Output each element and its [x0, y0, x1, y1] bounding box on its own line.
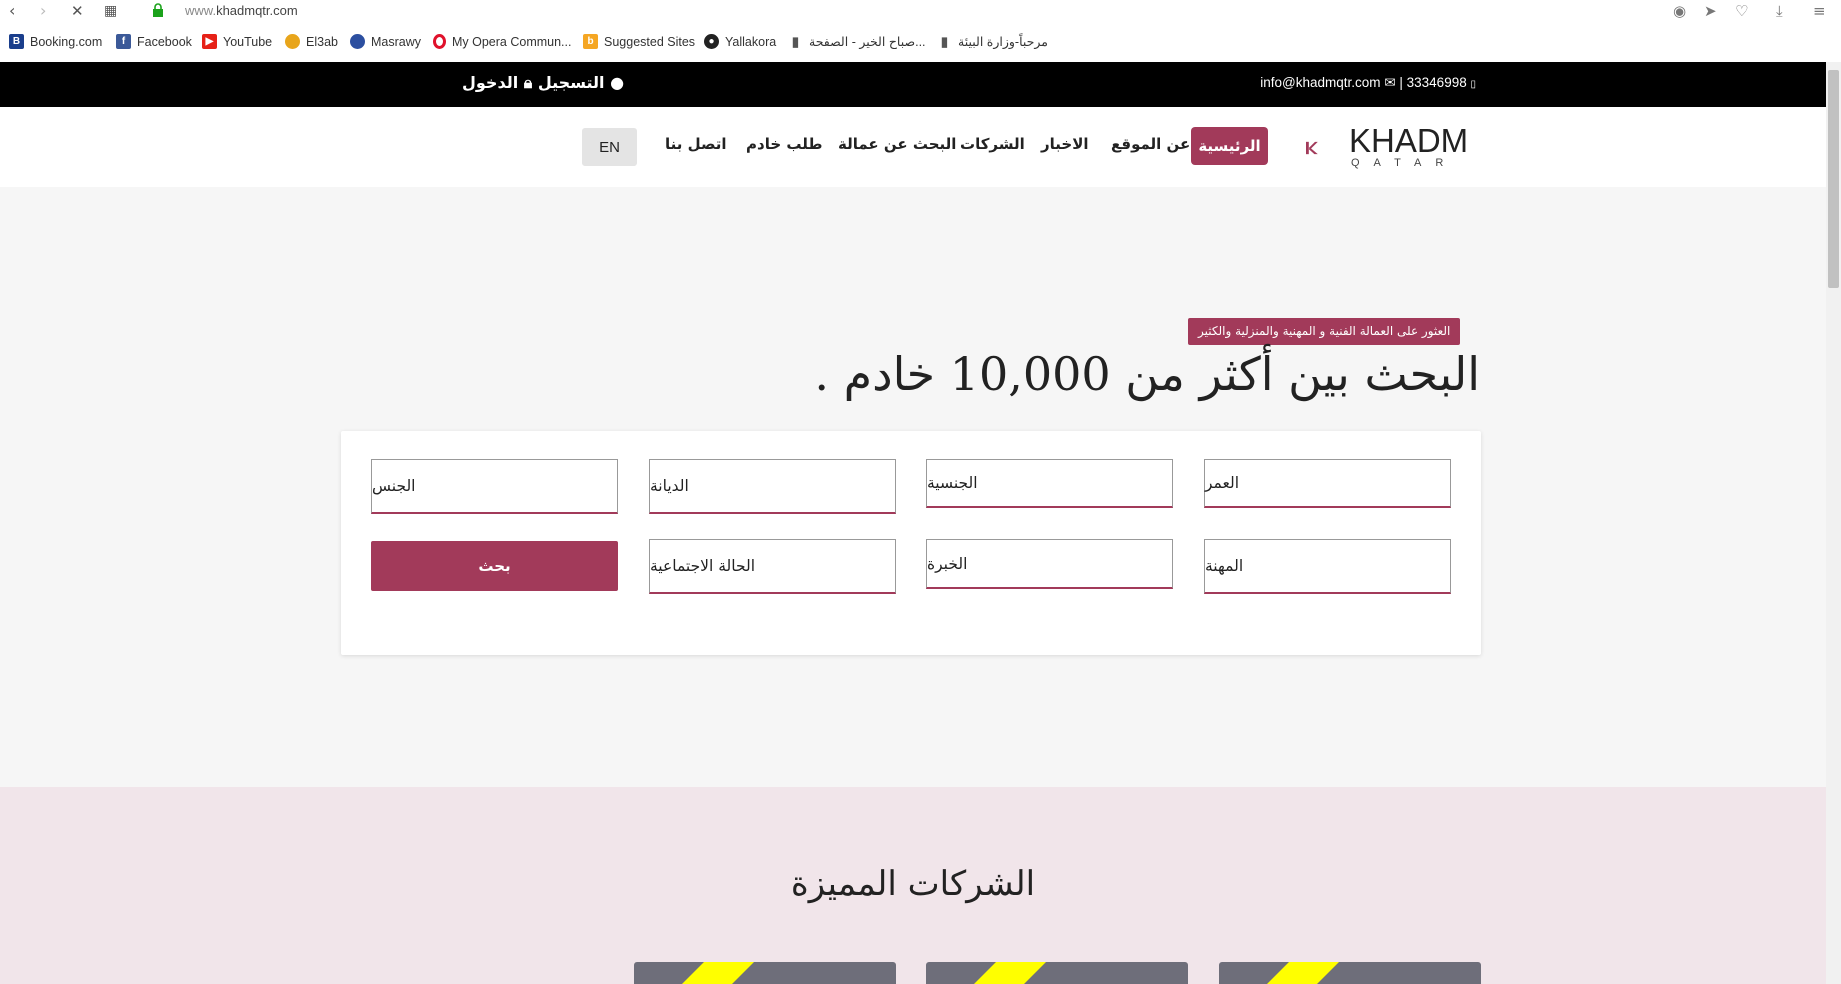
phone-number: | 33346998: [1399, 75, 1467, 90]
card-image-stripe: [644, 962, 754, 984]
logo-subtext: QATAR: [1351, 157, 1458, 169]
nav-contact[interactable]: اتصل بنا: [665, 135, 727, 153]
url-prefix: www.: [185, 3, 217, 18]
email-link[interactable]: info@khadmqtr.com: [1260, 75, 1380, 90]
bookmark-yallakora[interactable]: ● Yallakora: [704, 34, 776, 49]
facebook-icon: f: [116, 34, 131, 49]
top-contact-bar: info@khadmqtr.com ✉ | 33346998 ▯ ● التسج…: [0, 62, 1826, 107]
scrollbar-thumb[interactable]: [1828, 70, 1839, 288]
user-icon: ●: [610, 73, 625, 92]
logo-text: KHADM: [1349, 122, 1469, 159]
featured-companies-title: الشركات المميزة: [790, 864, 1036, 904]
profession-select[interactable]: المهنة: [1204, 539, 1451, 594]
khadm-k-logo-icon[interactable]: [1306, 124, 1350, 172]
experience-select[interactable]: الخبرة: [926, 539, 1173, 589]
contact-info: info@khadmqtr.com ✉ | 33346998 ▯: [1260, 75, 1476, 91]
lock-icon: 🔒︎: [523, 73, 533, 92]
bookmark-opera[interactable]: My Opera Commun...: [433, 34, 571, 49]
camera-icon[interactable]: ◉: [1673, 2, 1686, 20]
religion-select[interactable]: الديانة: [649, 459, 896, 514]
search-button[interactable]: بحث: [371, 541, 618, 591]
login-link[interactable]: الدخول: [462, 73, 518, 92]
nav-about[interactable]: عن الموقع: [1111, 135, 1190, 153]
bookmark-masrawy[interactable]: Masrawy: [350, 34, 421, 49]
bookmark-suggested[interactable]: b Suggested Sites: [583, 34, 695, 49]
masrawy-icon: [350, 34, 365, 49]
card-image-stripe: [936, 962, 1046, 984]
back-icon[interactable]: ‹: [9, 2, 15, 20]
el3ab-icon: [285, 34, 300, 49]
stop-loading-icon[interactable]: ✕: [71, 2, 84, 20]
bookmarks-bar: B Booking.com f Facebook ▶ YouTube El3ab…: [0, 32, 1841, 54]
nav-home[interactable]: الرئيسية: [1191, 127, 1268, 165]
bookmark-booking[interactable]: B Booking.com: [9, 34, 102, 49]
browser-address-bar: ‹ › ✕ ▦ www.khadmqtr.com ◉ ➤ ♡ ⤓ ≡: [0, 0, 1841, 22]
ball-icon: ●: [704, 34, 719, 49]
marital-status-select[interactable]: الحالة الاجتماعية: [649, 539, 896, 594]
lock-icon: [153, 3, 163, 17]
card-image-stripe: [1229, 962, 1339, 984]
bookmark-el3ab[interactable]: El3ab: [285, 34, 338, 49]
auth-links: ● التسجيل 🔒︎ الدخول: [462, 73, 624, 93]
age-select[interactable]: العمر: [1204, 459, 1451, 508]
gender-select[interactable]: الجنس: [371, 459, 618, 514]
mobile-icon: ▯: [1470, 79, 1476, 90]
hero-headline: البحث بين أكثر من 10,000 خادم .: [814, 347, 1480, 401]
url-domain: khadmqtr.com: [216, 3, 298, 18]
opera-icon: [433, 34, 446, 49]
language-toggle-button[interactable]: EN: [582, 128, 637, 166]
bookmark-environment[interactable]: ▮ مرحباً-وزارة البيئة: [937, 34, 1048, 49]
download-icon[interactable]: ⤓: [1776, 2, 1783, 20]
tabs-grid-icon[interactable]: ▦: [104, 2, 117, 20]
nationality-select[interactable]: الجنسية: [926, 459, 1173, 508]
main-header: KHADM QATAR الرئيسية عن الموقع الاخبار ا…: [0, 107, 1826, 187]
heart-icon[interactable]: ♡: [1735, 2, 1748, 20]
bookmark-label: Masrawy: [371, 34, 422, 49]
nav-request-servant[interactable]: طلب خادم: [746, 135, 823, 153]
forward-icon[interactable]: ›: [40, 2, 46, 20]
company-card[interactable]: [926, 962, 1188, 984]
bookmark-label: مرحباً-وزارة البيئة: [958, 35, 1048, 49]
envelope-icon: ✉: [1384, 75, 1396, 90]
bookmark-label: Suggested Sites: [604, 34, 696, 49]
url-field[interactable]: www.khadmqtr.com: [185, 3, 298, 18]
bookmark-label: Yallakora: [725, 34, 777, 49]
youtube-icon: ▶: [202, 34, 217, 49]
hero-section: العثور على العمالة الفنية و المهنية والم…: [0, 187, 1826, 787]
nav-find-workers[interactable]: البحث عن عمالة: [838, 135, 956, 153]
bookmark-label: El3ab: [306, 34, 338, 49]
bookmark-youtube[interactable]: ▶ YouTube: [202, 34, 272, 49]
nav-companies[interactable]: الشركات: [960, 135, 1025, 153]
bookmark-label: صباح الخير - الصفحة...: [809, 35, 926, 49]
settings-sliders-icon[interactable]: ≡: [1813, 2, 1826, 20]
featured-companies-section: الشركات المميزة: [0, 787, 1826, 984]
bookmark-label: Booking.com: [30, 34, 103, 49]
page-icon: ▮: [937, 34, 952, 49]
bookmark-facebook[interactable]: f Facebook: [116, 34, 192, 49]
bing-icon: b: [583, 34, 598, 49]
page-scrollbar[interactable]: [1826, 62, 1841, 984]
bookmark-label: Facebook: [137, 34, 192, 49]
send-icon[interactable]: ➤: [1704, 2, 1717, 20]
bookmark-label: My Opera Commun...: [452, 34, 572, 49]
hero-tagline: العثور على العمالة الفنية و المهنية والم…: [1188, 318, 1461, 345]
register-link[interactable]: التسجيل: [538, 73, 605, 92]
bookmark-label: YouTube: [223, 34, 273, 49]
page-icon: ▮: [788, 34, 803, 49]
bookmark-sabah[interactable]: ▮ صباح الخير - الصفحة...: [788, 34, 926, 49]
nav-news[interactable]: الاخبار: [1041, 135, 1089, 153]
search-form: العمر الجنسية الديانة الجنس المهنة الخبر…: [341, 431, 1481, 655]
company-card[interactable]: [634, 962, 896, 984]
booking-icon: B: [9, 34, 24, 49]
company-card[interactable]: [1219, 962, 1481, 984]
